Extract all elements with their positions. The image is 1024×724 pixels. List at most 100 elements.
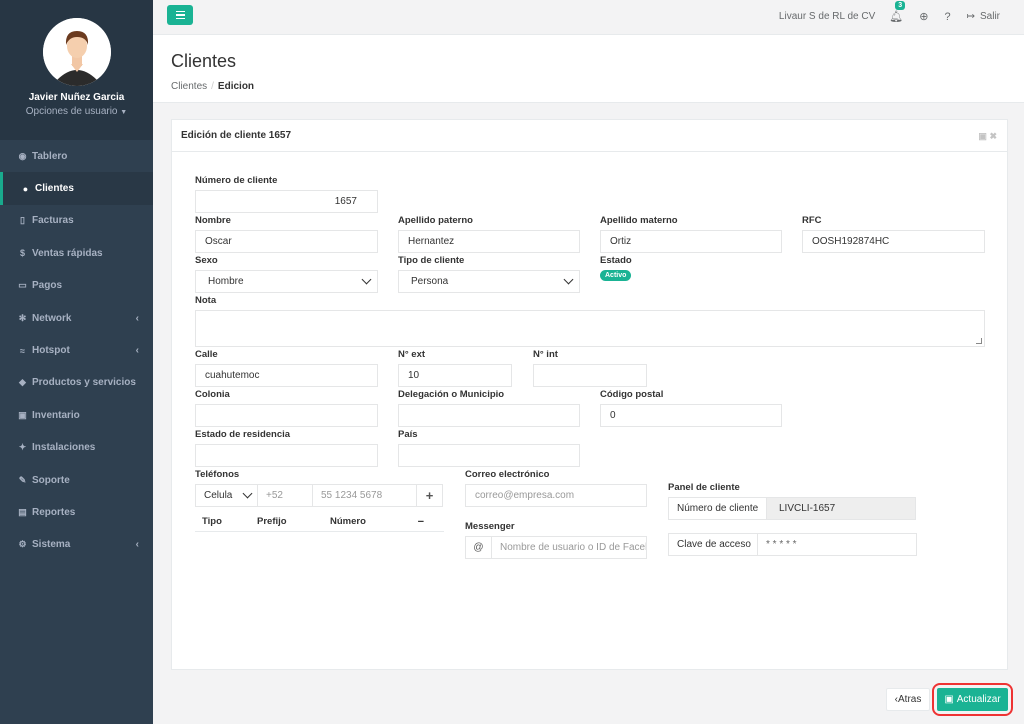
user-options-label: Opciones de usuario — [25, 106, 118, 117]
apellido-materno-label: Apellido materno — [600, 215, 678, 226]
tipo-cliente-select[interactable]: Persona — [398, 270, 580, 293]
codigo-postal-input[interactable]: 0 — [600, 404, 782, 427]
notification-badge: 3 — [895, 1, 906, 10]
tags-icon: ◆ — [19, 377, 26, 388]
apellido-paterno-label: Apellido paterno — [398, 215, 473, 226]
num-int-input[interactable] — [533, 364, 647, 387]
page-title: Clientes — [171, 51, 237, 71]
logout-link[interactable]: ↦ Salir — [967, 11, 1000, 22]
numero-cliente-input[interactable]: 1657 — [195, 190, 378, 213]
rfc-input[interactable]: OOSH192874HC — [802, 230, 985, 253]
breadcrumb-edicion: Edicion — [217, 81, 255, 92]
messenger-input[interactable]: Nombre de usuario o ID de Facebook — [491, 536, 647, 559]
apellido-paterno-input[interactable]: Hernantez — [398, 230, 580, 253]
sign-out-icon: ↦ — [966, 11, 975, 22]
panel-numero-group: Número de cliente LIVCLI-1657 — [668, 497, 916, 520]
estado-residencia-input[interactable] — [195, 444, 378, 467]
sidebar-item-label: Sistema — [32, 539, 71, 551]
sidebar-item-label: Facturas — [32, 215, 74, 227]
back-button[interactable]: ‹ Atras — [886, 688, 930, 711]
sidebar-item-facturas[interactable]: ▯ Facturas — [0, 205, 153, 237]
panel-cliente-label: Panel de cliente — [668, 482, 740, 493]
avatar[interactable] — [42, 18, 111, 86]
sidebar-menu: ◉ Tablero ● Clientes ▯ Facturas $ Ventas ráp… — [0, 140, 153, 561]
rfc-label: RFC — [802, 215, 822, 226]
sexo-value: Hombre — [208, 276, 244, 287]
col-tipo: Tipo — [202, 516, 222, 527]
page-heading: Clientes Clientes / Edicion — [153, 35, 1024, 103]
delegacion-input[interactable] — [398, 404, 580, 427]
sidebar-item-pagos[interactable]: ▭ Pagos — [0, 270, 153, 302]
bell-icon: 🔔︎ — [889, 11, 904, 23]
calle-input[interactable]: cuahutemoc — [195, 364, 378, 387]
logout-label: Salir — [979, 11, 1000, 22]
colonia-input[interactable] — [195, 404, 378, 427]
estado-label: Estado — [600, 255, 632, 266]
resize-handle-icon[interactable] — [976, 338, 982, 344]
calle-label: Calle — [195, 349, 218, 360]
breadcrumb: Clientes / Edicion — [171, 81, 255, 92]
nota-textarea[interactable] — [195, 310, 985, 347]
help-icon[interactable]: ? — [944, 11, 950, 23]
file-icon: ▯ — [20, 215, 25, 226]
panel-clave-input[interactable]: * * * * * — [757, 533, 917, 556]
sidebar-item-label: Reportes — [32, 506, 76, 518]
panel-numero-label: Número de cliente — [668, 497, 767, 520]
sidebar-item-ventas-rapidas[interactable]: $ Ventas rápidas — [0, 237, 153, 269]
cogs-icon: ⚙ — [18, 539, 27, 550]
sidebar-item-label: Clientes — [35, 183, 74, 195]
status-badge[interactable]: Activo — [600, 270, 632, 281]
telefono-numero-input[interactable]: 55 1234 5678 — [312, 484, 417, 507]
colonia-label: Colonia — [195, 389, 230, 400]
notifications-button[interactable]: 🔔︎ 3 — [889, 1, 906, 23]
telefonos-table-header: Tipo Prefijo Número − — [195, 512, 444, 532]
menu-toggle-button[interactable] — [167, 5, 193, 25]
sidebar-item-reportes[interactable]: ▤ Reportes — [0, 496, 153, 528]
pais-input[interactable] — [398, 444, 580, 467]
codigo-postal-label: Código postal — [600, 389, 664, 400]
num-ext-input[interactable]: 10 — [398, 364, 512, 387]
sidebar-item-label: Instalaciones — [32, 442, 96, 454]
user-options-dropdown[interactable]: Opciones de usuario ▼ — [0, 106, 153, 117]
sidebar-item-clientes[interactable]: ● Clientes — [0, 172, 153, 205]
update-button[interactable]: ▣ Actualizar — [937, 688, 1008, 711]
sidebar-item-instalaciones[interactable]: ✦ Instalaciones — [0, 432, 153, 464]
sexo-select[interactable]: Hombre — [195, 270, 378, 293]
sidebar-item-label: Network — [32, 312, 72, 324]
dashboard-icon: ◉ — [18, 150, 27, 161]
remove-telefono-icon[interactable]: − — [418, 516, 424, 528]
telefono-tipo-select[interactable]: Celula — [195, 484, 258, 507]
sidebar-item-sistema[interactable]: ⚙ Sistema ‹ — [0, 529, 153, 561]
panel-numero-input: LIVCLI-1657 — [766, 497, 916, 520]
wrench-icon: ✦ — [18, 442, 27, 453]
save-icon[interactable]: ▣ — [978, 131, 987, 141]
sidebar-item-productos[interactable]: ◆ Productos y servicios — [0, 367, 153, 399]
chevron-left-icon: ‹ — [135, 539, 139, 551]
nombre-label: Nombre — [195, 215, 231, 226]
apellido-materno-input[interactable]: Ortiz — [600, 230, 782, 253]
back-label: Atras — [898, 694, 922, 705]
nombre-input[interactable]: Oscar — [195, 230, 378, 253]
sidebar-item-inventario[interactable]: ▣ Inventario — [0, 399, 153, 431]
panel-clave-group: Clave de acceso * * * * * — [668, 533, 917, 556]
sidebar-item-tablero[interactable]: ◉ Tablero — [0, 140, 153, 172]
company-name: Livaur S de RL de CV — [778, 11, 876, 22]
book-icon: ▤ — [18, 506, 27, 517]
add-telefono-button[interactable]: + — [416, 484, 443, 507]
chevron-left-icon: ‹ — [135, 312, 139, 324]
sidebar-item-soporte[interactable]: ✎ Soporte — [0, 464, 153, 496]
users-icon: ● — [22, 183, 29, 194]
correo-label: Correo electrónico — [465, 469, 550, 480]
sidebar-item-hotspot[interactable]: ≈ Hotspot ‹ — [0, 334, 153, 366]
estado-residencia-label: Estado de residencia — [195, 429, 291, 440]
correo-input[interactable]: correo@empresa.com — [465, 484, 647, 507]
save-icon: ▣ — [944, 694, 954, 705]
sidebar-item-network[interactable]: ✻ Network ‹ — [0, 302, 153, 334]
close-icon[interactable]: ✖ — [989, 131, 997, 141]
telefono-prefijo-input[interactable]: +52 — [257, 484, 313, 507]
globe-icon[interactable]: ⊕ — [919, 10, 928, 23]
cubes-icon: ▣ — [18, 409, 27, 420]
breadcrumb-clientes[interactable]: Clientes — [171, 81, 207, 92]
telefono-input-group: Celula +52 55 1234 5678 + — [195, 484, 443, 507]
chevron-left-icon: ‹ — [135, 345, 139, 357]
